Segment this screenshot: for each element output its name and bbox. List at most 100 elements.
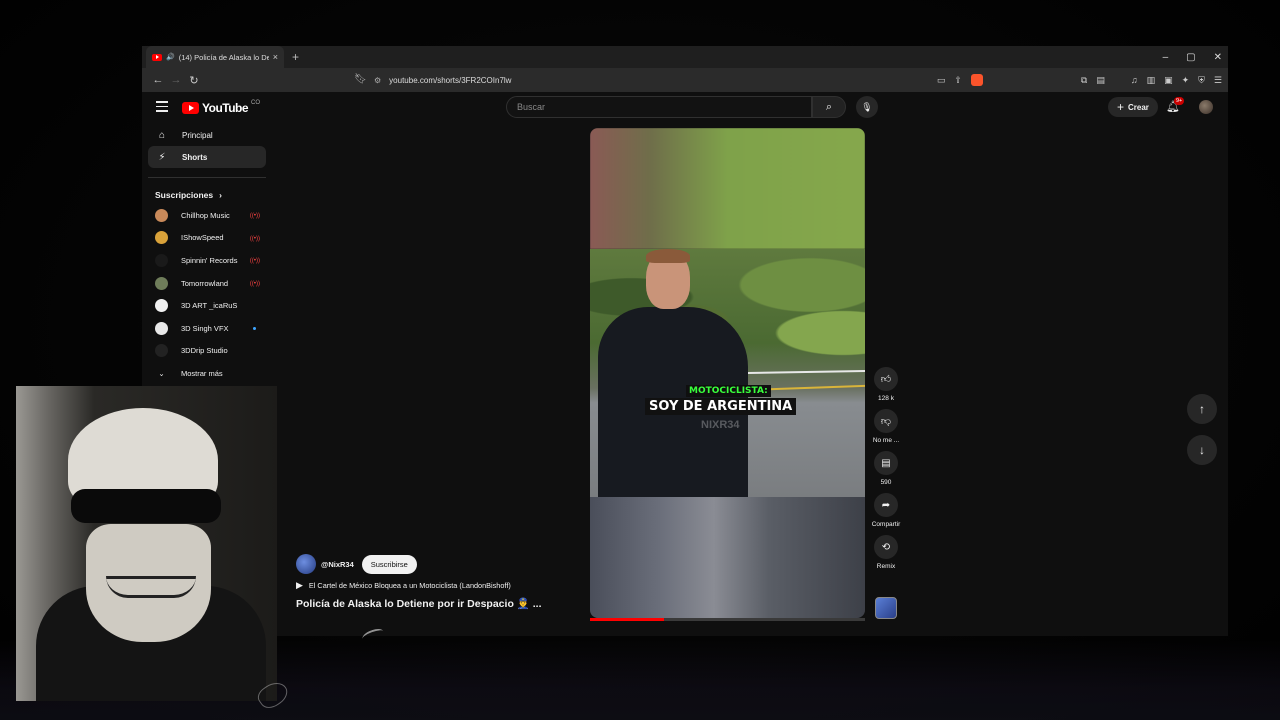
url-text: youtube.com/shorts/3FR2COIn7lw — [389, 75, 512, 85]
leo-ai-icon[interactable]: ✦ — [1182, 75, 1190, 86]
dislike-button[interactable]: 👎︎ — [874, 409, 898, 433]
sidebar-item-shorts[interactable]: ⚡ Shorts — [148, 146, 266, 168]
video-blur-bottom — [590, 497, 865, 618]
subscription-name: Tomorrowland — [181, 278, 229, 288]
reader-icon[interactable]: ▤ — [1096, 75, 1105, 86]
share-button[interactable]: ➦ — [874, 493, 898, 517]
show-more-label: Mostrar más — [181, 368, 223, 378]
share-action: ➦ Compartir — [870, 493, 902, 528]
subscription-name: Spinnin' Records — [181, 255, 238, 265]
subscription-item[interactable]: Tomorrowland ((•)) — [148, 272, 266, 295]
subscription-item[interactable]: 3D ART _icaRuS — [148, 294, 266, 317]
address-bar: ← → ↻ 🔖︎ ⚙ youtube.com/shorts/3FR2COIn7l… — [142, 68, 1228, 92]
music-title: El Cartel de México Bloquea a un Motocic… — [308, 581, 511, 590]
subscription-item[interactable]: IShowSpeed ((•)) — [148, 227, 266, 250]
hamburger-menu-icon[interactable] — [156, 101, 168, 115]
youtube-logo[interactable]: YouTube CO — [182, 100, 261, 115]
remix-button[interactable]: ⟲ — [874, 535, 898, 559]
subscription-name: 3DDrip Studio — [181, 346, 228, 356]
tab-title: (14) Policía de Alaska lo Detie — [178, 52, 269, 62]
voice-search-button[interactable]: 🎙︎ — [856, 96, 878, 118]
sidebar: ⌂ Principal ⚡ Shorts Suscripciones › Chi… — [148, 124, 266, 385]
progress-fill — [590, 618, 665, 621]
video-blur-top — [590, 128, 865, 249]
url-field[interactable]: ⚙ youtube.com/shorts/3FR2COIn7lw — [374, 71, 984, 89]
subscription-item[interactable]: Spinnin' Records ((•)) — [148, 249, 266, 272]
channel-name[interactable]: @NixR34 — [321, 560, 354, 569]
arrow-up-icon: ↑ — [1199, 402, 1205, 416]
comment-icon: ▤ — [881, 457, 891, 469]
subscription-name: Chillhop Music — [181, 210, 230, 220]
tab-bar: 🔊 (14) Policía de Alaska lo Detie × + – … — [142, 46, 1228, 68]
wallet-icon[interactable]: ▣ — [1164, 75, 1173, 86]
channel-avatar — [155, 253, 168, 267]
like-button[interactable]: 👍︎ — [874, 367, 898, 391]
previous-short-button[interactable]: ↑ — [1187, 394, 1217, 424]
subscription-item[interactable]: Chillhop Music ((•)) — [148, 204, 266, 227]
subscription-name: 3D Singh VFX — [181, 323, 229, 333]
menu-icon[interactable]: ☰ — [1214, 75, 1222, 86]
forward-arrow-icon[interactable]: → — [168, 74, 184, 86]
vpn-icon[interactable]: ⛨ — [1198, 75, 1205, 86]
channel-avatar[interactable] — [296, 554, 316, 574]
subscription-item[interactable]: 3DDrip Studio — [148, 340, 266, 363]
new-tab-button[interactable]: + — [292, 50, 299, 64]
subscribe-button[interactable]: Suscribirse — [361, 554, 417, 574]
sidebar-icon[interactable]: ▥ — [1147, 75, 1156, 86]
comments-button[interactable]: ▤ — [874, 451, 898, 475]
caption-main-text: SOY DE ARGENTINA — [645, 398, 797, 415]
browser-tab[interactable]: 🔊 (14) Policía de Alaska lo Detie × — [146, 46, 284, 68]
chevron-down-icon: ⌄ — [158, 368, 165, 378]
show-more-button[interactable]: ⌄ Mostrar más — [148, 362, 266, 385]
subscription-item[interactable]: 3D Singh VFX — [148, 317, 266, 340]
dislike-label: No me ... — [872, 437, 900, 444]
bookmark-icon[interactable]: 🔖︎ — [354, 74, 367, 85]
search-button[interactable]: ⌕ — [812, 96, 846, 118]
subscriptions-header[interactable]: Suscripciones › — [148, 186, 266, 204]
tab-close-icon[interactable]: × — [273, 52, 278, 62]
channel-thumbnail[interactable] — [875, 597, 897, 619]
live-indicator-icon: ((•)) — [249, 280, 260, 287]
logo-region: CO — [251, 100, 261, 106]
short-actions: 👍︎ 128 k 👎︎ No me ... ▤ 590 ➦ Compartir … — [870, 367, 902, 577]
sidebar-item-principal[interactable]: ⌂ Principal — [148, 124, 266, 146]
next-short-button[interactable]: ↓ — [1187, 435, 1217, 465]
like-count: 128 k — [878, 395, 894, 402]
reload-icon[interactable]: ↻ — [186, 74, 202, 87]
minimize-button[interactable]: – — [1163, 52, 1169, 63]
subscriptions-list: Chillhop Music ((•)) IShowSpeed ((•)) Spinni… — [148, 204, 266, 362]
music-row[interactable]: ▶ El Cartel de México Bloquea a un Motoc… — [296, 580, 586, 591]
account-avatar[interactable] — [1199, 100, 1213, 114]
share-page-icon[interactable]: ⇪ — [954, 75, 962, 86]
video-scene — [590, 249, 865, 497]
caption-speaker-label: MOTOCICLISTA: — [686, 385, 771, 397]
media-icon[interactable]: ♫ — [1131, 75, 1138, 85]
create-label: Crear — [1128, 102, 1149, 112]
arrow-down-icon: ↓ — [1199, 443, 1205, 457]
brave-shield-icon[interactable] — [970, 74, 983, 86]
dislike-action: 👎︎ No me ... — [870, 409, 902, 444]
share-label: Compartir — [871, 521, 901, 528]
create-button[interactable]: + Crear — [1108, 97, 1158, 117]
cast-icon[interactable]: ▭ — [937, 75, 946, 86]
site-settings-icon[interactable]: ⚙ — [374, 76, 381, 85]
notification-badge: 9+ — [1174, 97, 1185, 105]
video-progress-bar[interactable] — [590, 618, 865, 621]
back-arrow-icon[interactable]: ← — [150, 74, 166, 86]
chevron-right-icon: › — [219, 190, 222, 200]
logo-text: YouTube — [202, 101, 249, 115]
window-controls: – ▢ ✕ — [1163, 46, 1222, 68]
remix-action: ⟲ Remix — [870, 535, 902, 570]
short-video-player[interactable]: MOTOCICLISTA: SOY DE ARGENTINA NIXR34 — [590, 128, 865, 618]
maximize-button[interactable]: ▢ — [1186, 52, 1195, 63]
speaker-icon[interactable]: 🔊 — [166, 53, 175, 61]
channel-avatar — [155, 231, 168, 245]
home-icon: ⌂ — [158, 129, 166, 141]
plus-icon: + — [1117, 100, 1125, 114]
close-window-button[interactable]: ✕ — [1214, 52, 1222, 63]
mask-teeth-pattern — [106, 576, 196, 598]
sidebar-item-label: Principal — [182, 130, 213, 140]
search-input[interactable]: Buscar — [506, 96, 812, 118]
road-white-line — [739, 369, 865, 375]
extensions-icon[interactable]: ⧉ — [1081, 75, 1087, 86]
